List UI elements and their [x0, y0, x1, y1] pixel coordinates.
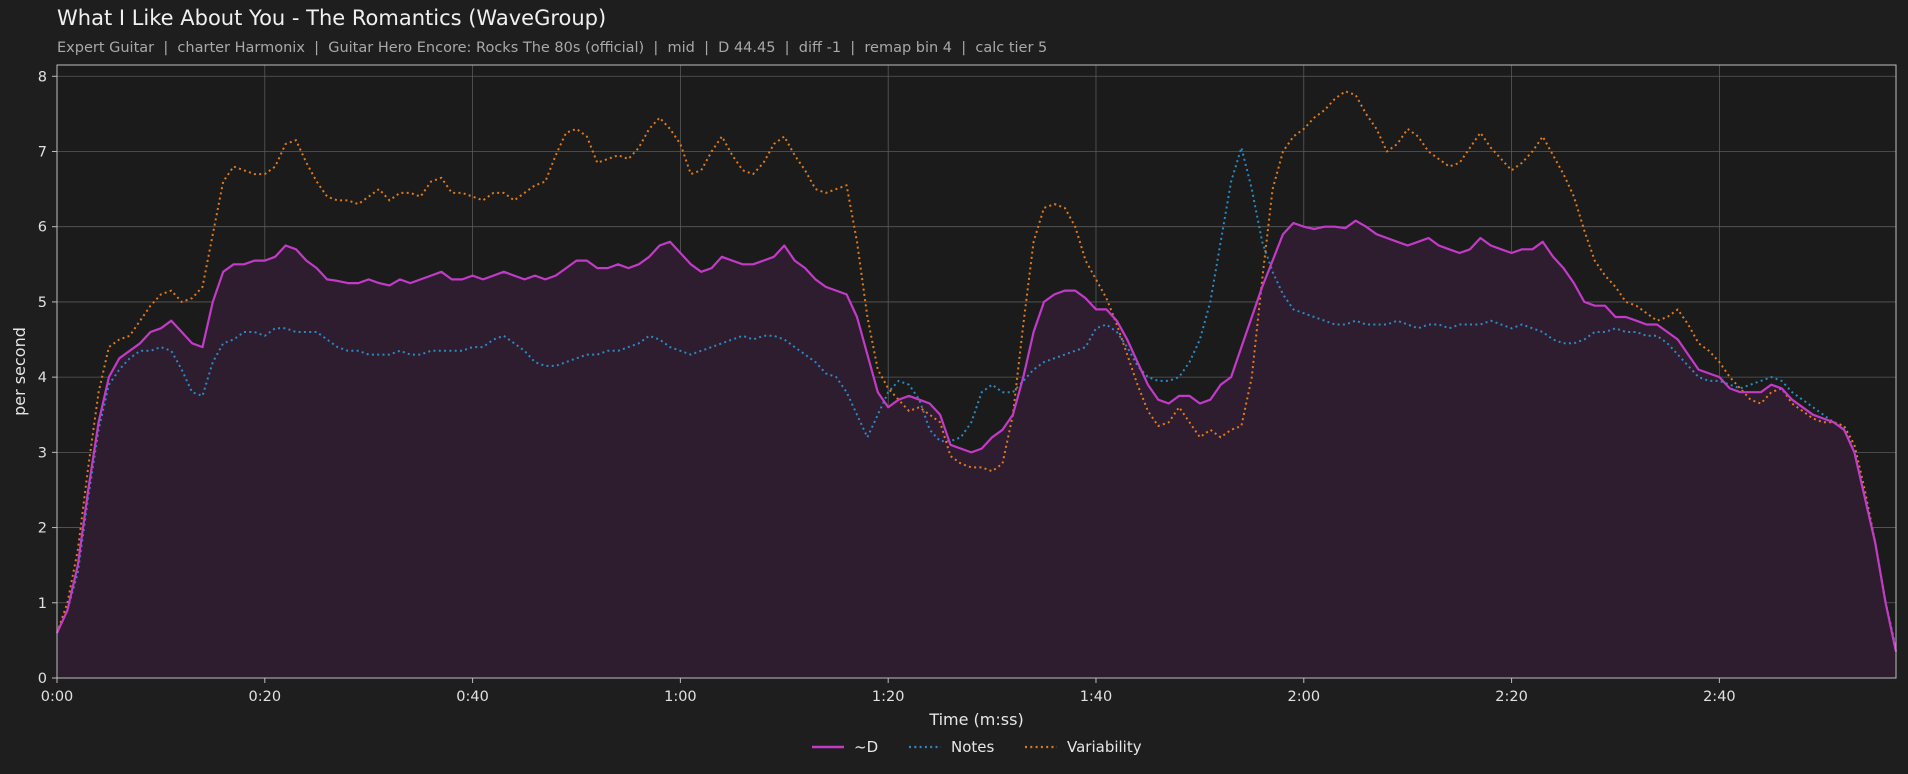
y-tick-label: 3: [38, 445, 47, 461]
legend-label: Variability: [1067, 738, 1142, 756]
x-tick-label: 1:40: [1080, 689, 1113, 705]
x-tick-label: 0:20: [249, 689, 282, 705]
x-tick-label: 2:40: [1703, 689, 1736, 705]
y-tick-label: 2: [38, 521, 47, 537]
y-tick-label: 6: [38, 220, 47, 236]
y-tick-label: 5: [38, 295, 47, 311]
legend-label: ~D: [854, 738, 878, 756]
line-chart: 0:00 0:20 0:40 1:00 1:20 1:40 2:00 2:20 2:40 0 1 2…: [10, 64, 1898, 756]
legend: ~D Notes Variability: [812, 738, 1142, 756]
x-tick-label: 1:20: [872, 689, 905, 705]
y-axis-label: per second: [10, 327, 29, 416]
y-axis-ticks: 0 1 2 3 4 5 6 7 8: [38, 69, 57, 687]
x-tick-label: 0:00: [41, 689, 74, 705]
y-tick-label: 0: [38, 671, 47, 687]
x-tick-label: 1:00: [664, 689, 697, 705]
y-tick-label: 7: [38, 144, 47, 160]
y-tick-label: 8: [38, 69, 47, 85]
y-tick-label: 1: [38, 596, 47, 612]
y-tick-label: 4: [38, 370, 47, 386]
x-tick-label: 0:40: [456, 689, 489, 705]
x-tick-label: 2:00: [1287, 689, 1320, 705]
x-axis-ticks: 0:00 0:20 0:40 1:00 1:20 1:40 2:00 2:20 2:40: [41, 678, 1736, 705]
legend-label: Notes: [951, 738, 995, 756]
x-axis-label: Time (m:ss): [928, 710, 1023, 729]
x-tick-label: 2:20: [1495, 689, 1528, 705]
